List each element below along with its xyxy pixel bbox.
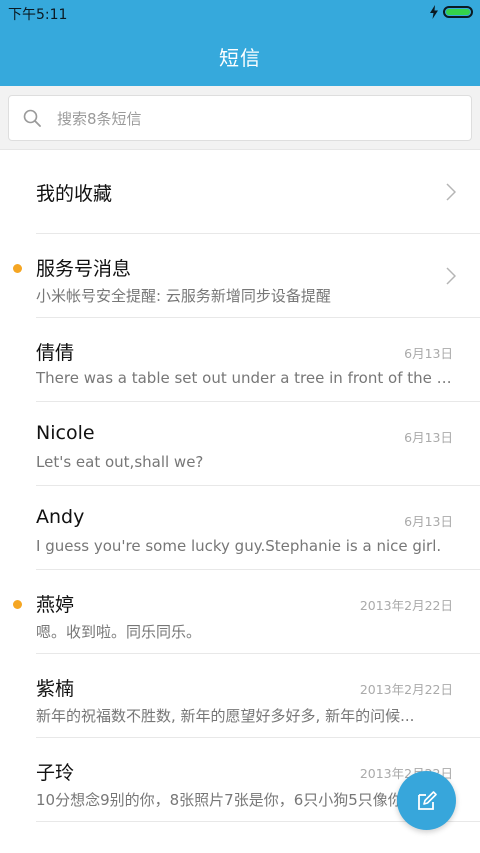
conversation-row[interactable]: Andy 6月13日 I guess you're some lucky guy… [0, 486, 480, 570]
conversation-snippet: 小米帐号安全提醒: 云服务新增同步设备提醒 [36, 287, 331, 305]
battery-level [446, 9, 470, 15]
conversation-name: 燕婷 [36, 594, 75, 616]
conversation-row[interactable]: 燕婷 2013年2月22日 嗯。收到啦。同乐同乐。 [0, 570, 480, 654]
conversation-date: 6月13日 [404, 346, 453, 361]
conversation-row[interactable]: 倩倩 6月13日 There was a table set out under… [0, 318, 480, 402]
search-icon [23, 109, 41, 127]
conversation-date: 2013年2月22日 [359, 682, 453, 697]
search-bar [0, 86, 480, 150]
conversation-snippet: I guess you're some lucky guy.Stephanie … [36, 537, 442, 555]
messages-app: 下午5:11 短信 我的收藏 [0, 0, 480, 853]
status-icons [429, 5, 473, 19]
conversation-name: Andy [36, 506, 85, 528]
conversation-list: 我的收藏 服务号消息 小米帐号安全提醒: 云服务新增同步设备提醒 倩倩 6月13… [0, 150, 480, 822]
page-title: 短信 [219, 46, 261, 70]
conversation-row[interactable]: 紫楠 2013年2月22日 新年的祝福数不胜数, 新年的愿望好多好多, 新年的问… [0, 654, 480, 738]
status-time: 下午5:11 [8, 7, 68, 23]
conversation-name: 子玲 [36, 762, 75, 784]
unread-dot [13, 264, 22, 273]
conversation-snippet: 嗯。收到啦。同乐同乐。 [36, 623, 202, 641]
chevron-right-icon [446, 183, 456, 201]
compose-button[interactable] [397, 771, 456, 830]
search-input[interactable] [55, 96, 459, 142]
favorites-row[interactable]: 我的收藏 [0, 150, 480, 234]
title-bar: 下午5:11 短信 [0, 0, 480, 86]
conversation-snippet: 新年的祝福数不胜数, 新年的愿望好多好多, 新年的问候... [36, 707, 415, 725]
conversation-date: 6月13日 [404, 430, 453, 445]
compose-icon [417, 790, 437, 810]
conversation-name: 倩倩 [36, 342, 75, 364]
conversation-name: Nicole [36, 422, 95, 444]
chevron-right-icon [446, 267, 456, 285]
battery-icon [443, 6, 473, 18]
conversation-name: 我的收藏 [36, 183, 113, 205]
conversation-snippet: 10分想念9别的你，8张照片7张是你，6只小狗5只像你... [36, 791, 418, 809]
charging-bolt-icon [430, 5, 438, 19]
conversation-name: 服务号消息 [36, 258, 132, 280]
conversation-snippet: Let's eat out,shall we? [36, 453, 204, 471]
conversation-date: 6月13日 [404, 514, 453, 529]
service-messages-row[interactable]: 服务号消息 小米帐号安全提醒: 云服务新增同步设备提醒 [0, 234, 480, 318]
conversation-row[interactable]: Nicole 6月13日 Let's eat out,shall we? [0, 402, 480, 486]
unread-dot [13, 600, 22, 609]
conversation-name: 紫楠 [36, 678, 75, 700]
conversation-snippet: There was a table set out under a tree i… [36, 369, 454, 387]
conversation-date: 2013年2月22日 [359, 598, 453, 613]
search-box[interactable] [8, 95, 472, 142]
